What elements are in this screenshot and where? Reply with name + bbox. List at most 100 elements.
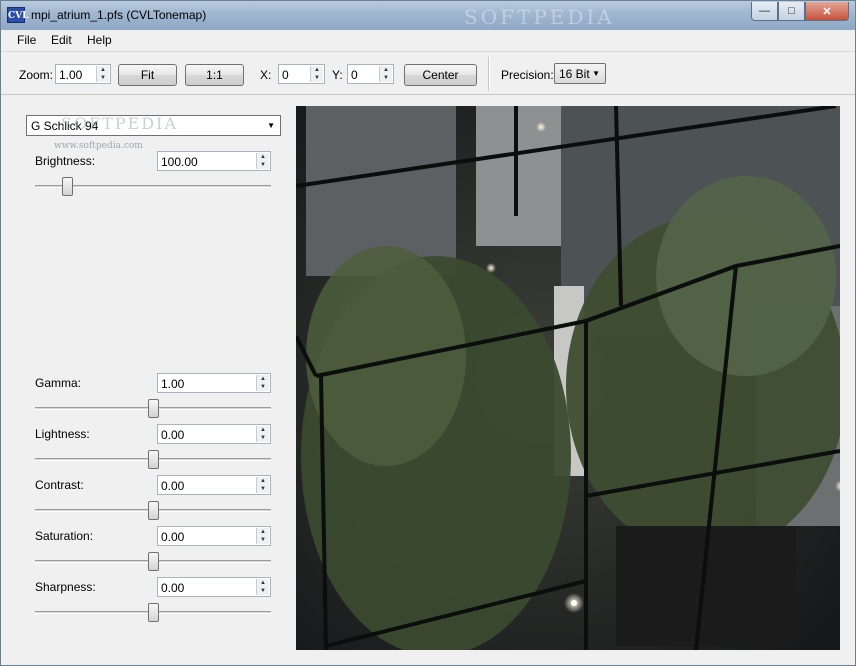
x-stepper[interactable]: ▲ ▼ bbox=[310, 66, 323, 82]
light-spot-core bbox=[571, 600, 577, 606]
lightness-label: Lightness: bbox=[35, 427, 90, 441]
lightness-spinbox[interactable]: 0.00 ▲ ▼ bbox=[157, 424, 271, 444]
watermark-url: www.softpedia.com bbox=[54, 141, 143, 151]
y-stepper[interactable]: ▲ ▼ bbox=[379, 66, 392, 82]
gamma-slider-thumb[interactable] bbox=[148, 399, 159, 418]
sharpness-stepper[interactable]: ▲ ▼ bbox=[256, 579, 269, 595]
x-spinbox[interactable]: 0 ▲ ▼ bbox=[278, 64, 325, 84]
one-to-one-button[interactable]: 1:1 bbox=[185, 64, 244, 86]
lightness-value: 0.00 bbox=[161, 428, 185, 442]
zoom-stepper[interactable]: ▲ ▼ bbox=[96, 66, 109, 82]
zoom-spinbox[interactable]: 1.00 ▲ ▼ bbox=[55, 64, 111, 84]
chevron-up-icon[interactable]: ▲ bbox=[257, 153, 269, 161]
minimize-button[interactable]: — bbox=[751, 2, 778, 21]
menu-file[interactable]: File bbox=[17, 33, 36, 47]
chevron-up-icon[interactable]: ▲ bbox=[257, 426, 269, 434]
center-button[interactable]: Center bbox=[404, 64, 477, 86]
maximize-button[interactable]: □ bbox=[778, 2, 805, 21]
menu-edit[interactable]: Edit bbox=[51, 33, 72, 47]
precision-label: Precision: bbox=[501, 68, 554, 82]
y-value: 0 bbox=[351, 68, 358, 82]
watermark-combo: SOFTPEDIA bbox=[61, 114, 178, 133]
gamma-spinbox[interactable]: 1.00 ▲ ▼ bbox=[157, 373, 271, 393]
contrast-slider-thumb[interactable] bbox=[148, 501, 159, 520]
chevron-up-icon[interactable]: ▲ bbox=[257, 579, 269, 587]
close-icon: ✕ bbox=[822, 5, 832, 18]
contrast-slider[interactable] bbox=[35, 501, 271, 520]
sharpness-value: 0.00 bbox=[161, 581, 185, 595]
gamma-value: 1.00 bbox=[161, 377, 185, 391]
gamma-stepper[interactable]: ▲ ▼ bbox=[256, 375, 269, 391]
saturation-value: 0.00 bbox=[161, 530, 185, 544]
window-controls: — □ ✕ bbox=[751, 2, 849, 21]
chevron-down-icon[interactable]: ▼ bbox=[257, 161, 269, 169]
contrast-spinbox[interactable]: 0.00 ▲ ▼ bbox=[157, 475, 271, 495]
brightness-slider-thumb[interactable] bbox=[62, 177, 73, 196]
wall-block bbox=[476, 106, 566, 246]
y-label: Y: bbox=[332, 68, 343, 82]
chevron-down-icon[interactable]: ▼ bbox=[97, 74, 109, 82]
ceiling-light bbox=[536, 122, 546, 132]
fit-button[interactable]: Fit bbox=[118, 64, 177, 86]
chevron-down-icon[interactable]: ▼ bbox=[257, 536, 269, 544]
menu-bar: File Edit Help bbox=[1, 30, 855, 52]
ceiling-light bbox=[486, 263, 496, 273]
x-label: X: bbox=[260, 68, 272, 82]
saturation-label: Saturation: bbox=[35, 529, 94, 543]
contrast-value: 0.00 bbox=[161, 479, 185, 493]
contrast-stepper[interactable]: ▲ ▼ bbox=[256, 477, 269, 493]
chevron-up-icon[interactable]: ▲ bbox=[97, 66, 109, 74]
close-button[interactable]: ✕ bbox=[805, 2, 849, 21]
tonemap-settings-panel: G Schlick 94 ▼ SOFTPEDIA www.softpedia.c… bbox=[1, 96, 290, 665]
chevron-up-icon[interactable]: ▲ bbox=[257, 477, 269, 485]
lightness-slider[interactable] bbox=[35, 450, 271, 469]
title-bar[interactable]: CVL mpi_atrium_1.pfs (CVLTonemap) SOFTPE… bbox=[1, 1, 855, 30]
y-spinbox[interactable]: 0 ▲ ▼ bbox=[347, 64, 394, 84]
contrast-label: Contrast: bbox=[35, 478, 84, 492]
chevron-up-icon[interactable]: ▲ bbox=[380, 66, 392, 74]
gamma-slider[interactable] bbox=[35, 399, 271, 418]
brightness-label: Brightness: bbox=[35, 154, 96, 168]
lightness-slider-thumb[interactable] bbox=[148, 450, 159, 469]
toolbar-separator bbox=[488, 57, 490, 91]
chevron-down-icon[interactable]: ▼ bbox=[380, 74, 392, 82]
zoom-value: 1.00 bbox=[59, 68, 83, 82]
chevron-up-icon[interactable]: ▲ bbox=[257, 375, 269, 383]
app-window: CVL mpi_atrium_1.pfs (CVLTonemap) SOFTPE… bbox=[0, 0, 856, 666]
chevron-up-icon[interactable]: ▲ bbox=[257, 528, 269, 536]
chevron-down-icon: ▼ bbox=[267, 121, 275, 130]
brightness-slider[interactable] bbox=[35, 177, 271, 196]
saturation-spinbox[interactable]: 0.00 ▲ ▼ bbox=[157, 526, 271, 546]
chevron-down-icon[interactable]: ▼ bbox=[257, 434, 269, 442]
sharpness-spinbox[interactable]: 0.00 ▲ ▼ bbox=[157, 577, 271, 597]
sharpness-slider[interactable] bbox=[35, 603, 271, 622]
chevron-up-icon[interactable]: ▲ bbox=[311, 66, 323, 74]
menu-help[interactable]: Help bbox=[87, 33, 112, 47]
saturation-slider-thumb[interactable] bbox=[148, 552, 159, 571]
chevron-down-icon: ▼ bbox=[592, 69, 600, 78]
gamma-label: Gamma: bbox=[35, 376, 82, 390]
minimize-icon: — bbox=[759, 5, 770, 17]
chevron-down-icon[interactable]: ▼ bbox=[257, 383, 269, 391]
precision-value: 16 Bit bbox=[559, 67, 590, 81]
sharpness-label: Sharpness: bbox=[35, 580, 96, 594]
brightness-spinbox[interactable]: 100.00 ▲ ▼ bbox=[157, 151, 271, 171]
watermark-top: SOFTPEDIA bbox=[464, 5, 615, 29]
x-value: 0 bbox=[282, 68, 289, 82]
precision-select[interactable]: 16 Bit ▼ bbox=[554, 63, 606, 84]
toolbar: Zoom: 1.00 ▲ ▼ Fit 1:1 X: 0 ▲ ▼ Y: 0 ▲ ▼ bbox=[1, 53, 855, 95]
image-viewport[interactable] bbox=[296, 106, 840, 650]
window-title: mpi_atrium_1.pfs (CVLTonemap) bbox=[31, 8, 207, 22]
chevron-down-icon[interactable]: ▼ bbox=[257, 587, 269, 595]
saturation-slider[interactable] bbox=[35, 552, 271, 571]
sharpness-slider-thumb[interactable] bbox=[148, 603, 159, 622]
brightness-value: 100.00 bbox=[161, 155, 198, 169]
brightness-stepper[interactable]: ▲ ▼ bbox=[256, 153, 269, 169]
saturation-stepper[interactable]: ▲ ▼ bbox=[256, 528, 269, 544]
tree-foliage-right-top bbox=[656, 176, 836, 376]
zoom-label: Zoom: bbox=[19, 68, 54, 82]
chevron-down-icon[interactable]: ▼ bbox=[311, 74, 323, 82]
chevron-down-icon[interactable]: ▼ bbox=[257, 485, 269, 493]
app-icon: CVL bbox=[7, 7, 28, 23]
lightness-stepper[interactable]: ▲ ▼ bbox=[256, 426, 269, 442]
